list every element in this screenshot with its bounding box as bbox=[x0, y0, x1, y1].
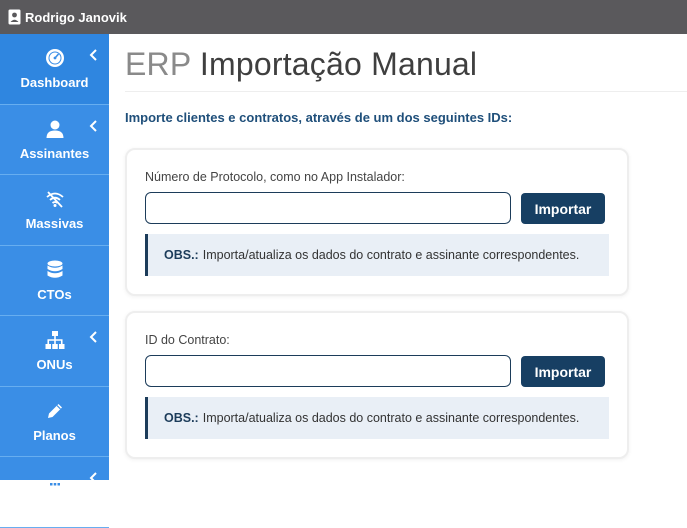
obs-note: OBS.: Importa/atualiza os dados do contr… bbox=[145, 397, 609, 439]
chevron-left-icon bbox=[89, 119, 97, 132]
sidebar-item-ctos[interactable]: CTOs bbox=[0, 246, 109, 316]
sidebar-item-assinantes[interactable]: Assinantes bbox=[0, 105, 109, 175]
sidebar-item-dashboard[interactable]: Dashboard bbox=[0, 34, 109, 105]
sidebar-item-massivas[interactable]: Massivas bbox=[0, 175, 109, 246]
pencil-icon bbox=[44, 400, 66, 422]
calculator-icon bbox=[44, 478, 66, 500]
main-content: ERP Importação Manual Importe clientes e… bbox=[109, 34, 687, 480]
protocol-input[interactable] bbox=[145, 192, 511, 224]
top-bar: Rodrigo Janovik bbox=[0, 0, 687, 34]
import-protocol-button[interactable]: Importar bbox=[521, 193, 605, 224]
user-card-icon bbox=[8, 9, 21, 25]
sidebar-item-label: CTOs bbox=[37, 286, 72, 302]
intro-text: Importe clientes e contratos, através de… bbox=[125, 110, 513, 125]
sitemap-icon bbox=[44, 329, 66, 351]
obs-text: Importa/atualiza os dados do contrato e … bbox=[202, 411, 580, 425]
wifi-off-icon bbox=[44, 188, 66, 210]
chevron-left-icon bbox=[89, 49, 97, 61]
obs-note: OBS.: Importa/atualiza os dados do contr… bbox=[145, 234, 609, 276]
sidebar-item-label: Assinantes bbox=[19, 145, 90, 161]
sidebar-item-label: ONUs bbox=[36, 357, 73, 373]
contract-id-input[interactable] bbox=[145, 355, 511, 387]
sidebar-item-label: Massivas bbox=[25, 216, 84, 232]
sidebar-item-calculator[interactable] bbox=[0, 457, 109, 528]
contract-field-label: ID do Contrato: bbox=[145, 333, 230, 347]
obs-label: OBS.: bbox=[164, 411, 199, 425]
contract-import-card: ID do Contrato: Importar OBS.: Importa/a… bbox=[125, 311, 629, 459]
import-contract-button[interactable]: Importar bbox=[521, 356, 605, 387]
sidebar: Dashboard Assinantes Massivas CTOs ONUs … bbox=[0, 34, 109, 528]
gauge-icon bbox=[44, 47, 66, 69]
database-icon bbox=[44, 259, 66, 281]
protocol-field-label: Número de Protocolo, como no App Instala… bbox=[145, 170, 405, 184]
sidebar-item-planos[interactable]: Planos bbox=[0, 387, 109, 457]
sidebar-item-label: Dashboard bbox=[20, 75, 89, 91]
sidebar-item-label: Planos bbox=[33, 427, 76, 443]
obs-text: Importa/atualiza os dados do contrato e … bbox=[202, 248, 580, 262]
page-title-prefix: ERP bbox=[125, 46, 191, 82]
page-title: ERP Importação Manual bbox=[125, 46, 477, 83]
sidebar-item-onus[interactable]: ONUs bbox=[0, 316, 109, 387]
page-title-main: Importação Manual bbox=[199, 46, 478, 82]
user-name[interactable]: Rodrigo Janovik bbox=[25, 10, 127, 25]
chevron-left-icon bbox=[89, 331, 97, 343]
obs-label: OBS.: bbox=[164, 248, 199, 262]
chevron-left-icon bbox=[89, 472, 97, 484]
protocol-import-card: Número de Protocolo, como no App Instala… bbox=[125, 148, 629, 296]
user-icon bbox=[44, 118, 66, 140]
title-divider bbox=[125, 91, 687, 92]
